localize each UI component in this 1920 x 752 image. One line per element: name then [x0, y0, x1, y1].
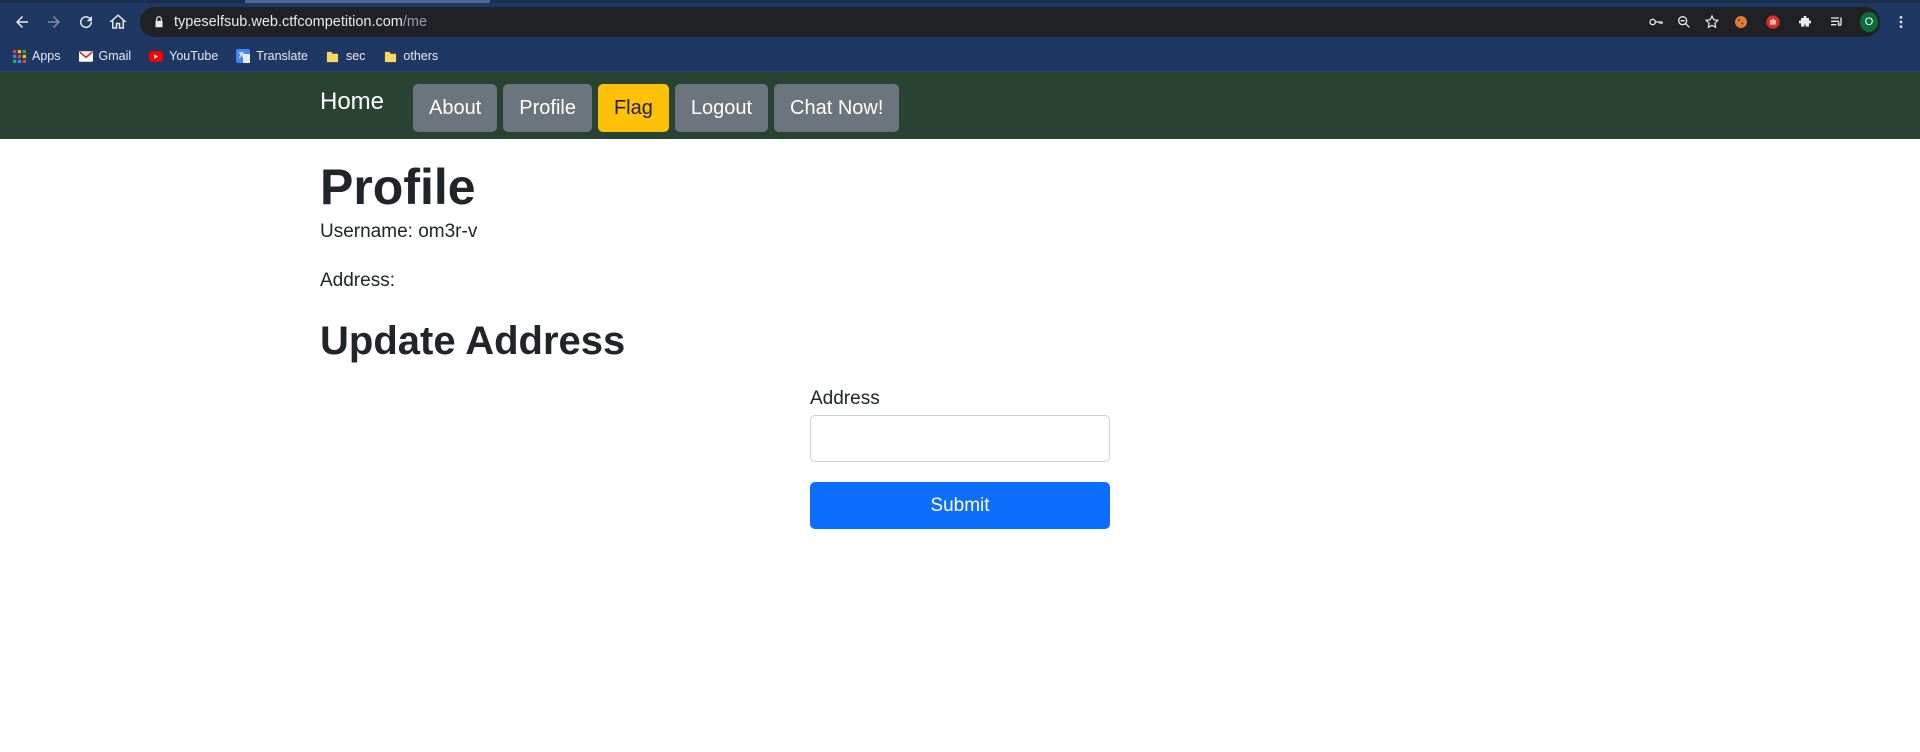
bookmark-star-icon[interactable]	[1704, 14, 1720, 30]
home-icon[interactable]	[102, 6, 134, 38]
username-text: Username: om3r-v	[320, 221, 478, 242]
extensions-puzzle-icon[interactable]	[1796, 13, 1814, 31]
bookmark-youtube[interactable]: YouTube	[149, 49, 218, 63]
browser-menu-icon[interactable]	[1892, 13, 1910, 31]
browser-toolbar: typeselfsub.web.ctfcompetition.com/me O	[0, 3, 1920, 41]
address-field-label: Address	[810, 388, 880, 409]
logout-button[interactable]: Logout	[674, 84, 769, 132]
media-queue-icon[interactable]	[1828, 13, 1846, 31]
bookmark-label: Apps	[32, 49, 61, 63]
hand-stop-extension-icon[interactable]	[1764, 13, 1782, 31]
folder-icon	[383, 49, 397, 63]
translate-icon	[236, 49, 251, 63]
flag-button[interactable]: Flag	[597, 84, 669, 132]
main-content: Profile Username: om3r-v Address: Update…	[320, 139, 1600, 365]
forward-icon[interactable]	[38, 6, 70, 38]
address-input[interactable]	[810, 415, 1110, 462]
apps-grid-icon	[12, 49, 26, 63]
profile-avatar[interactable]: O	[1860, 12, 1878, 32]
submit-button[interactable]: Submit	[810, 482, 1110, 529]
folder-icon	[326, 49, 340, 63]
cookie-extension-icon[interactable]	[1732, 13, 1750, 31]
bookmark-gmail[interactable]: Gmail	[78, 49, 132, 63]
bookmark-label: Gmail	[98, 49, 132, 63]
youtube-icon	[149, 49, 164, 63]
about-button[interactable]: About	[413, 84, 498, 132]
bookmark-label: Translate	[256, 49, 308, 63]
profile-button[interactable]: Profile	[503, 84, 592, 132]
bookmark-label: others	[403, 49, 439, 63]
update-address-form: Address Submit	[810, 388, 1110, 529]
address-bar[interactable]: typeselfsub.web.ctfcompetition.com/me	[140, 7, 1880, 37]
bookmark-folder-others[interactable]: others	[383, 49, 438, 63]
zoom-icon[interactable]	[1676, 14, 1692, 30]
bookmark-label: YouTube	[169, 49, 219, 63]
gmail-icon	[78, 49, 93, 63]
nav-home-link[interactable]: Home	[320, 88, 384, 116]
bookmark-label: sec	[345, 49, 366, 63]
page-title: Profile	[320, 159, 476, 215]
site-navbar: Home About Profile Flag Logout Chat Now!	[0, 72, 1920, 139]
bookmark-apps[interactable]: Apps	[12, 49, 61, 63]
bookmark-folder-sec[interactable]: sec	[326, 49, 365, 63]
key-icon[interactable]	[1648, 14, 1664, 30]
url-path: /me	[402, 14, 428, 30]
url-host: typeselfsub.web.ctfcompetition.com	[174, 14, 403, 30]
lock-icon[interactable]	[152, 15, 166, 29]
address-text: Address:	[320, 270, 395, 291]
bookmarks-bar: Apps Gmail YouTube Translate sec others	[0, 41, 1920, 72]
reload-icon[interactable]	[70, 6, 102, 38]
update-address-heading: Update Address	[320, 319, 626, 363]
chat-now-button[interactable]: Chat Now!	[774, 84, 900, 132]
back-icon[interactable]	[6, 6, 38, 38]
bookmark-translate[interactable]: Translate	[236, 49, 308, 63]
